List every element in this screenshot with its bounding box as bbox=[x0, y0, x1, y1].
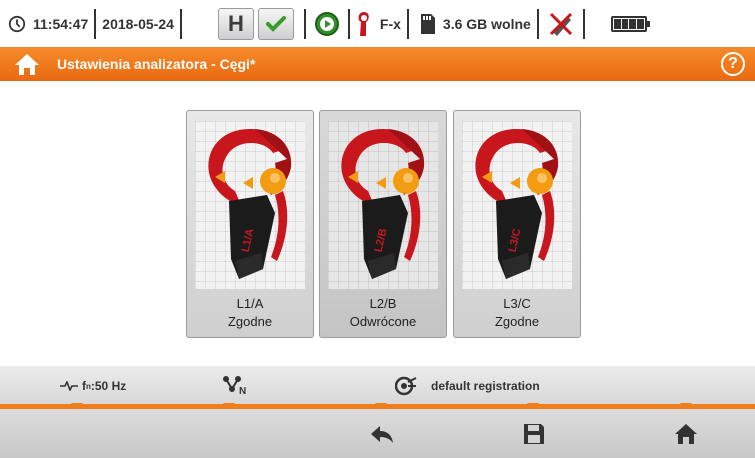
ok-button[interactable] bbox=[257, 7, 294, 40]
date-text: 2018-05-24 bbox=[102, 15, 174, 32]
waveform-icon bbox=[60, 381, 78, 391]
save-button[interactable] bbox=[521, 421, 547, 447]
clamp-direction-label: Odwrócone bbox=[349, 314, 417, 329]
clamp-direction-label: Zgodne bbox=[494, 314, 540, 329]
clamp-card-3[interactable]: L3/C L3/C Zgodne bbox=[453, 110, 581, 338]
registration-icon bbox=[395, 376, 417, 396]
home-icon[interactable] bbox=[14, 52, 40, 76]
divider bbox=[94, 8, 97, 39]
registration-text: default registration bbox=[431, 379, 540, 393]
back-button[interactable] bbox=[369, 421, 395, 447]
clamp-image: L2/B bbox=[328, 121, 438, 289]
clamp-card-2[interactable]: L2/B L2/B Odwrócone bbox=[319, 110, 447, 338]
clamp-image: L3/C bbox=[462, 121, 572, 289]
clamp-direction-label: Zgodne bbox=[227, 314, 273, 329]
info-bar: f n:50 Hz N default registration bbox=[0, 366, 755, 408]
home-button[interactable] bbox=[673, 421, 699, 447]
divider bbox=[406, 8, 409, 39]
freq-value: :50 Hz bbox=[90, 379, 127, 393]
clamp-card-1[interactable]: L1/A L1/A Zgodne bbox=[186, 110, 314, 338]
time-text: 11:54:47 bbox=[33, 15, 89, 32]
divider bbox=[179, 8, 182, 39]
sd-card-icon bbox=[420, 13, 435, 34]
play-circle-icon[interactable] bbox=[314, 11, 340, 37]
battery-icon bbox=[610, 15, 650, 32]
clamp-icon: L1/A bbox=[208, 129, 292, 279]
usb-off-icon bbox=[549, 12, 572, 36]
help-label: ? bbox=[728, 55, 738, 72]
clamp-phase-label: L3/C bbox=[503, 296, 531, 311]
clock: 11:54:47 bbox=[0, 0, 88, 47]
divider bbox=[582, 8, 585, 39]
page-title: Ustawienia analizatora - Cęgi* bbox=[57, 56, 256, 72]
clamp-icon: L3/C bbox=[475, 129, 559, 279]
checkmark-icon bbox=[265, 15, 286, 32]
hold-label: H bbox=[227, 10, 244, 36]
hold-button[interactable]: H bbox=[217, 7, 254, 40]
back-arrow-icon bbox=[371, 426, 393, 443]
divider bbox=[303, 8, 306, 39]
clamp-icon: L2/B bbox=[341, 129, 425, 279]
help-icon[interactable]: ? bbox=[721, 52, 745, 76]
divider bbox=[347, 8, 350, 39]
clamp-image: L1/A bbox=[195, 121, 305, 289]
status-bar: 11:54:47 2018-05-24 H F-x 3.6 GB wolne bbox=[0, 0, 755, 47]
clamp-phase-label: L1/A bbox=[236, 296, 264, 311]
clamp-phase-label: L2/B bbox=[369, 296, 397, 311]
registration-info: default registration bbox=[395, 376, 540, 396]
bottom-toolbar bbox=[0, 409, 755, 458]
title-bar: Ustawienia analizatora - Cęgi* ? bbox=[0, 47, 755, 81]
home-icon bbox=[675, 424, 697, 444]
clock-icon bbox=[8, 15, 26, 32]
network-type-icon: N bbox=[223, 376, 246, 397]
clamp-mode-text: F-x bbox=[379, 15, 401, 32]
network-type: N bbox=[222, 375, 250, 397]
save-icon bbox=[524, 424, 544, 444]
frequency-info: f n:50 Hz bbox=[60, 379, 126, 393]
svg-text:N: N bbox=[239, 386, 246, 397]
divider bbox=[536, 8, 539, 39]
storage-text: 3.6 GB wolne bbox=[442, 15, 531, 32]
clamp-icon bbox=[358, 11, 369, 36]
